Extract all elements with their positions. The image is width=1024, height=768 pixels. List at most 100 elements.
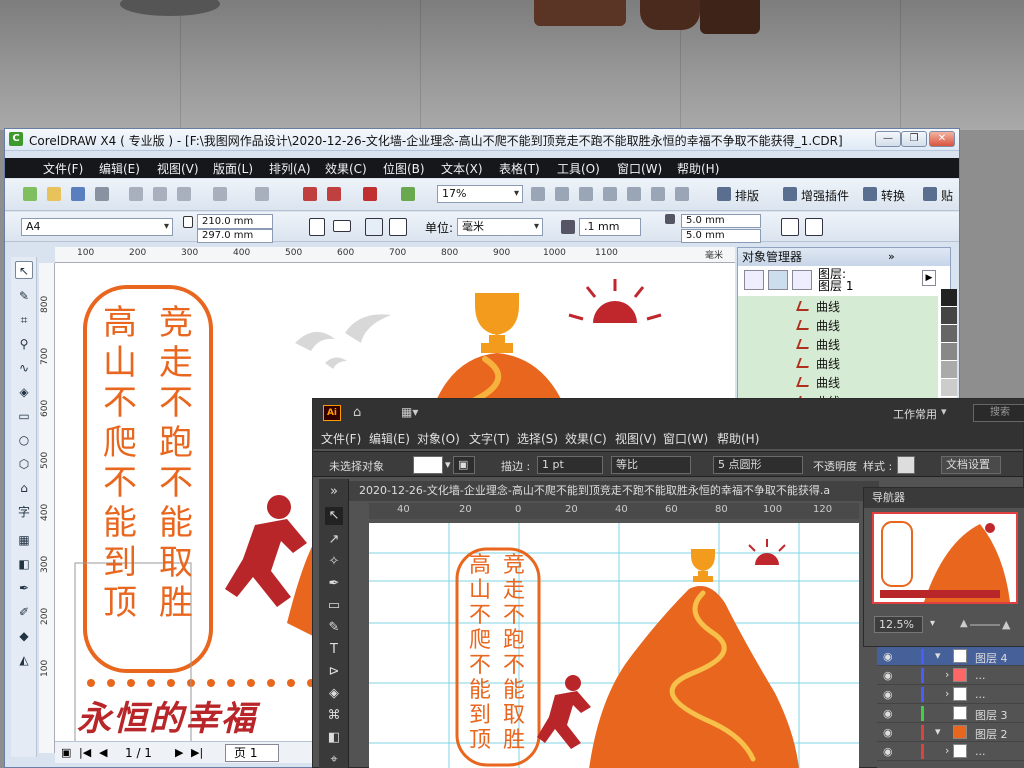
- zoom-selected-icon[interactable]: [579, 187, 593, 201]
- minimize-button[interactable]: —: [875, 131, 901, 147]
- color-swatch[interactable]: [941, 361, 957, 379]
- list-item[interactable]: 曲线: [796, 336, 840, 353]
- layer-row[interactable]: ◉ 图层 3: [877, 704, 1024, 723]
- copy-icon[interactable]: [153, 187, 167, 201]
- ai-artboard[interactable]: 竞 走 不 跑 不 能 取 胜 高 山 不 爬 不 能 到 顶: [369, 523, 859, 768]
- menu-tools[interactable]: 工具(O): [557, 160, 600, 177]
- shape-tool-icon[interactable]: ✎: [15, 287, 33, 305]
- expand-arrow-icon[interactable]: ›: [945, 744, 949, 757]
- interactive-fill-icon[interactable]: ◭: [15, 651, 33, 669]
- current-page-icon[interactable]: [389, 218, 407, 236]
- convert-plugin-label[interactable]: 转换: [881, 187, 905, 204]
- zoom-out-icon[interactable]: [555, 187, 569, 201]
- zoom-width-icon[interactable]: [651, 187, 665, 201]
- text-tool-icon[interactable]: 字: [15, 503, 33, 521]
- ellipse-tool-icon[interactable]: ○: [15, 431, 33, 449]
- color-swatch[interactable]: [941, 289, 957, 307]
- arrange-documents-icon[interactable]: ▦▾: [401, 405, 418, 419]
- zoom-level-select[interactable]: 17%: [437, 185, 523, 203]
- export-icon[interactable]: [327, 187, 341, 201]
- navigator-zoom-dropdown-icon[interactable]: ▾: [930, 618, 935, 629]
- page-tab[interactable]: 页 1: [225, 744, 279, 762]
- menu-effects[interactable]: 效果(C): [325, 160, 367, 177]
- nudge-distance-field[interactable]: .1 mm: [579, 218, 641, 236]
- color-swatch[interactable]: [941, 325, 957, 343]
- import-icon[interactable]: [303, 187, 317, 201]
- eyedropper-tool-icon[interactable]: ✒: [15, 579, 33, 597]
- stroke-swatch[interactable]: ▣: [453, 456, 475, 474]
- direct-selection-tool-icon[interactable]: ↗: [325, 531, 343, 549]
- basic-shapes-icon[interactable]: ⌂: [15, 479, 33, 497]
- close-button[interactable]: ✕: [929, 131, 955, 147]
- options-icon[interactable]: [805, 218, 823, 236]
- pick-tool-icon[interactable]: ↖: [15, 261, 33, 279]
- enhance-plugin-icon[interactable]: [783, 187, 797, 201]
- graphic-style-swatch[interactable]: [897, 456, 915, 474]
- expand-arrow-icon[interactable]: ›: [945, 668, 949, 681]
- list-item[interactable]: 曲线: [796, 298, 840, 315]
- flyout-arrow-icon[interactable]: ▶: [922, 270, 936, 286]
- reflect-tool-icon[interactable]: ⊳: [325, 663, 343, 681]
- menu-table[interactable]: 表格(T): [499, 160, 540, 177]
- menu-help[interactable]: 帮助(H): [677, 160, 719, 177]
- add-page-icon[interactable]: ▣: [61, 746, 71, 759]
- cut-icon[interactable]: [129, 187, 143, 201]
- puppet-warp-icon[interactable]: ⌘: [325, 707, 343, 725]
- menu-edit[interactable]: 编辑(E): [369, 430, 410, 447]
- rectangle-tool-icon[interactable]: ▭: [15, 407, 33, 425]
- eyedropper-tool-icon[interactable]: ⌖: [325, 751, 343, 768]
- zoom-in-icon[interactable]: ▲: [1002, 618, 1010, 631]
- paper-size-select[interactable]: A4: [21, 218, 173, 236]
- type-tool-icon[interactable]: T: [325, 641, 343, 659]
- workspace-switcher[interactable]: 工作常用: [893, 406, 937, 422]
- layer-row[interactable]: ◉ ▾ 图层 2: [877, 723, 1024, 742]
- layout-plugin-icon[interactable]: [717, 187, 731, 201]
- new-document-icon[interactable]: [23, 187, 37, 201]
- zoom-slider[interactable]: [970, 624, 1000, 626]
- expand-arrow-icon[interactable]: ▾: [935, 649, 941, 662]
- duplicate-x-field[interactable]: 5.0 mm: [681, 214, 761, 228]
- freehand-tool-icon[interactable]: ∿: [15, 359, 33, 377]
- eye-icon[interactable]: ◉: [883, 726, 893, 739]
- paste-plugin-label[interactable]: 贴: [941, 187, 953, 204]
- stroke-weight-field[interactable]: 1 pt: [537, 456, 603, 474]
- outline-tool-icon[interactable]: ✐: [15, 603, 33, 621]
- eye-icon[interactable]: ◉: [883, 745, 893, 758]
- prev-page-icon[interactable]: ◀: [99, 746, 107, 759]
- paste-icon[interactable]: [177, 187, 191, 201]
- layer-row[interactable]: ◉ › ...: [877, 742, 1024, 761]
- menu-bitmaps[interactable]: 位图(B): [383, 160, 425, 177]
- redo-icon[interactable]: [255, 187, 269, 201]
- document-tab[interactable]: 2020-12-26-文化墙-企业理念-高山不爬不能到顶竞走不跑不能取胜永恒的幸…: [349, 481, 879, 501]
- open-icon[interactable]: [47, 187, 61, 201]
- artboard-tool-icon[interactable]: ◧: [325, 729, 343, 747]
- zoom-in-icon[interactable]: [531, 187, 545, 201]
- eye-icon[interactable]: ◉: [883, 688, 893, 701]
- save-icon[interactable]: [71, 187, 85, 201]
- menu-effect[interactable]: 效果(C): [565, 430, 607, 447]
- menu-file[interactable]: 文件(F): [321, 430, 361, 447]
- next-page-icon[interactable]: ▶: [175, 746, 183, 759]
- crop-tool-icon[interactable]: ⌗: [15, 311, 33, 329]
- menu-object[interactable]: 对象(O): [417, 430, 460, 447]
- eye-icon[interactable]: ◉: [883, 669, 893, 682]
- undo-icon[interactable]: [213, 187, 227, 201]
- navigator-zoom-field[interactable]: 12.5%: [874, 616, 923, 633]
- fill-swatch[interactable]: [413, 456, 443, 474]
- pencil-tool-icon[interactable]: ✎: [325, 619, 343, 637]
- menu-window[interactable]: 窗口(W): [617, 160, 662, 177]
- fill-tool-icon[interactable]: ◆: [15, 627, 33, 645]
- collapse-panel-icon[interactable]: »: [325, 483, 343, 501]
- page-width-field[interactable]: 210.0 mm: [197, 214, 273, 229]
- color-swatch[interactable]: [941, 307, 957, 325]
- rectangle-tool-icon[interactable]: ▭: [325, 597, 343, 615]
- all-pages-icon[interactable]: [365, 218, 383, 236]
- menu-help[interactable]: 帮助(H): [717, 430, 759, 447]
- menu-type[interactable]: 文字(T): [469, 430, 510, 447]
- menu-view[interactable]: 视图(V): [157, 160, 199, 177]
- zoom-all-icon[interactable]: [603, 187, 617, 201]
- variable-width-profile[interactable]: 等比: [611, 456, 691, 474]
- menu-select[interactable]: 选择(S): [517, 430, 558, 447]
- menu-layout[interactable]: 版面(L): [213, 160, 253, 177]
- document-setup-button[interactable]: 文档设置: [941, 456, 1001, 474]
